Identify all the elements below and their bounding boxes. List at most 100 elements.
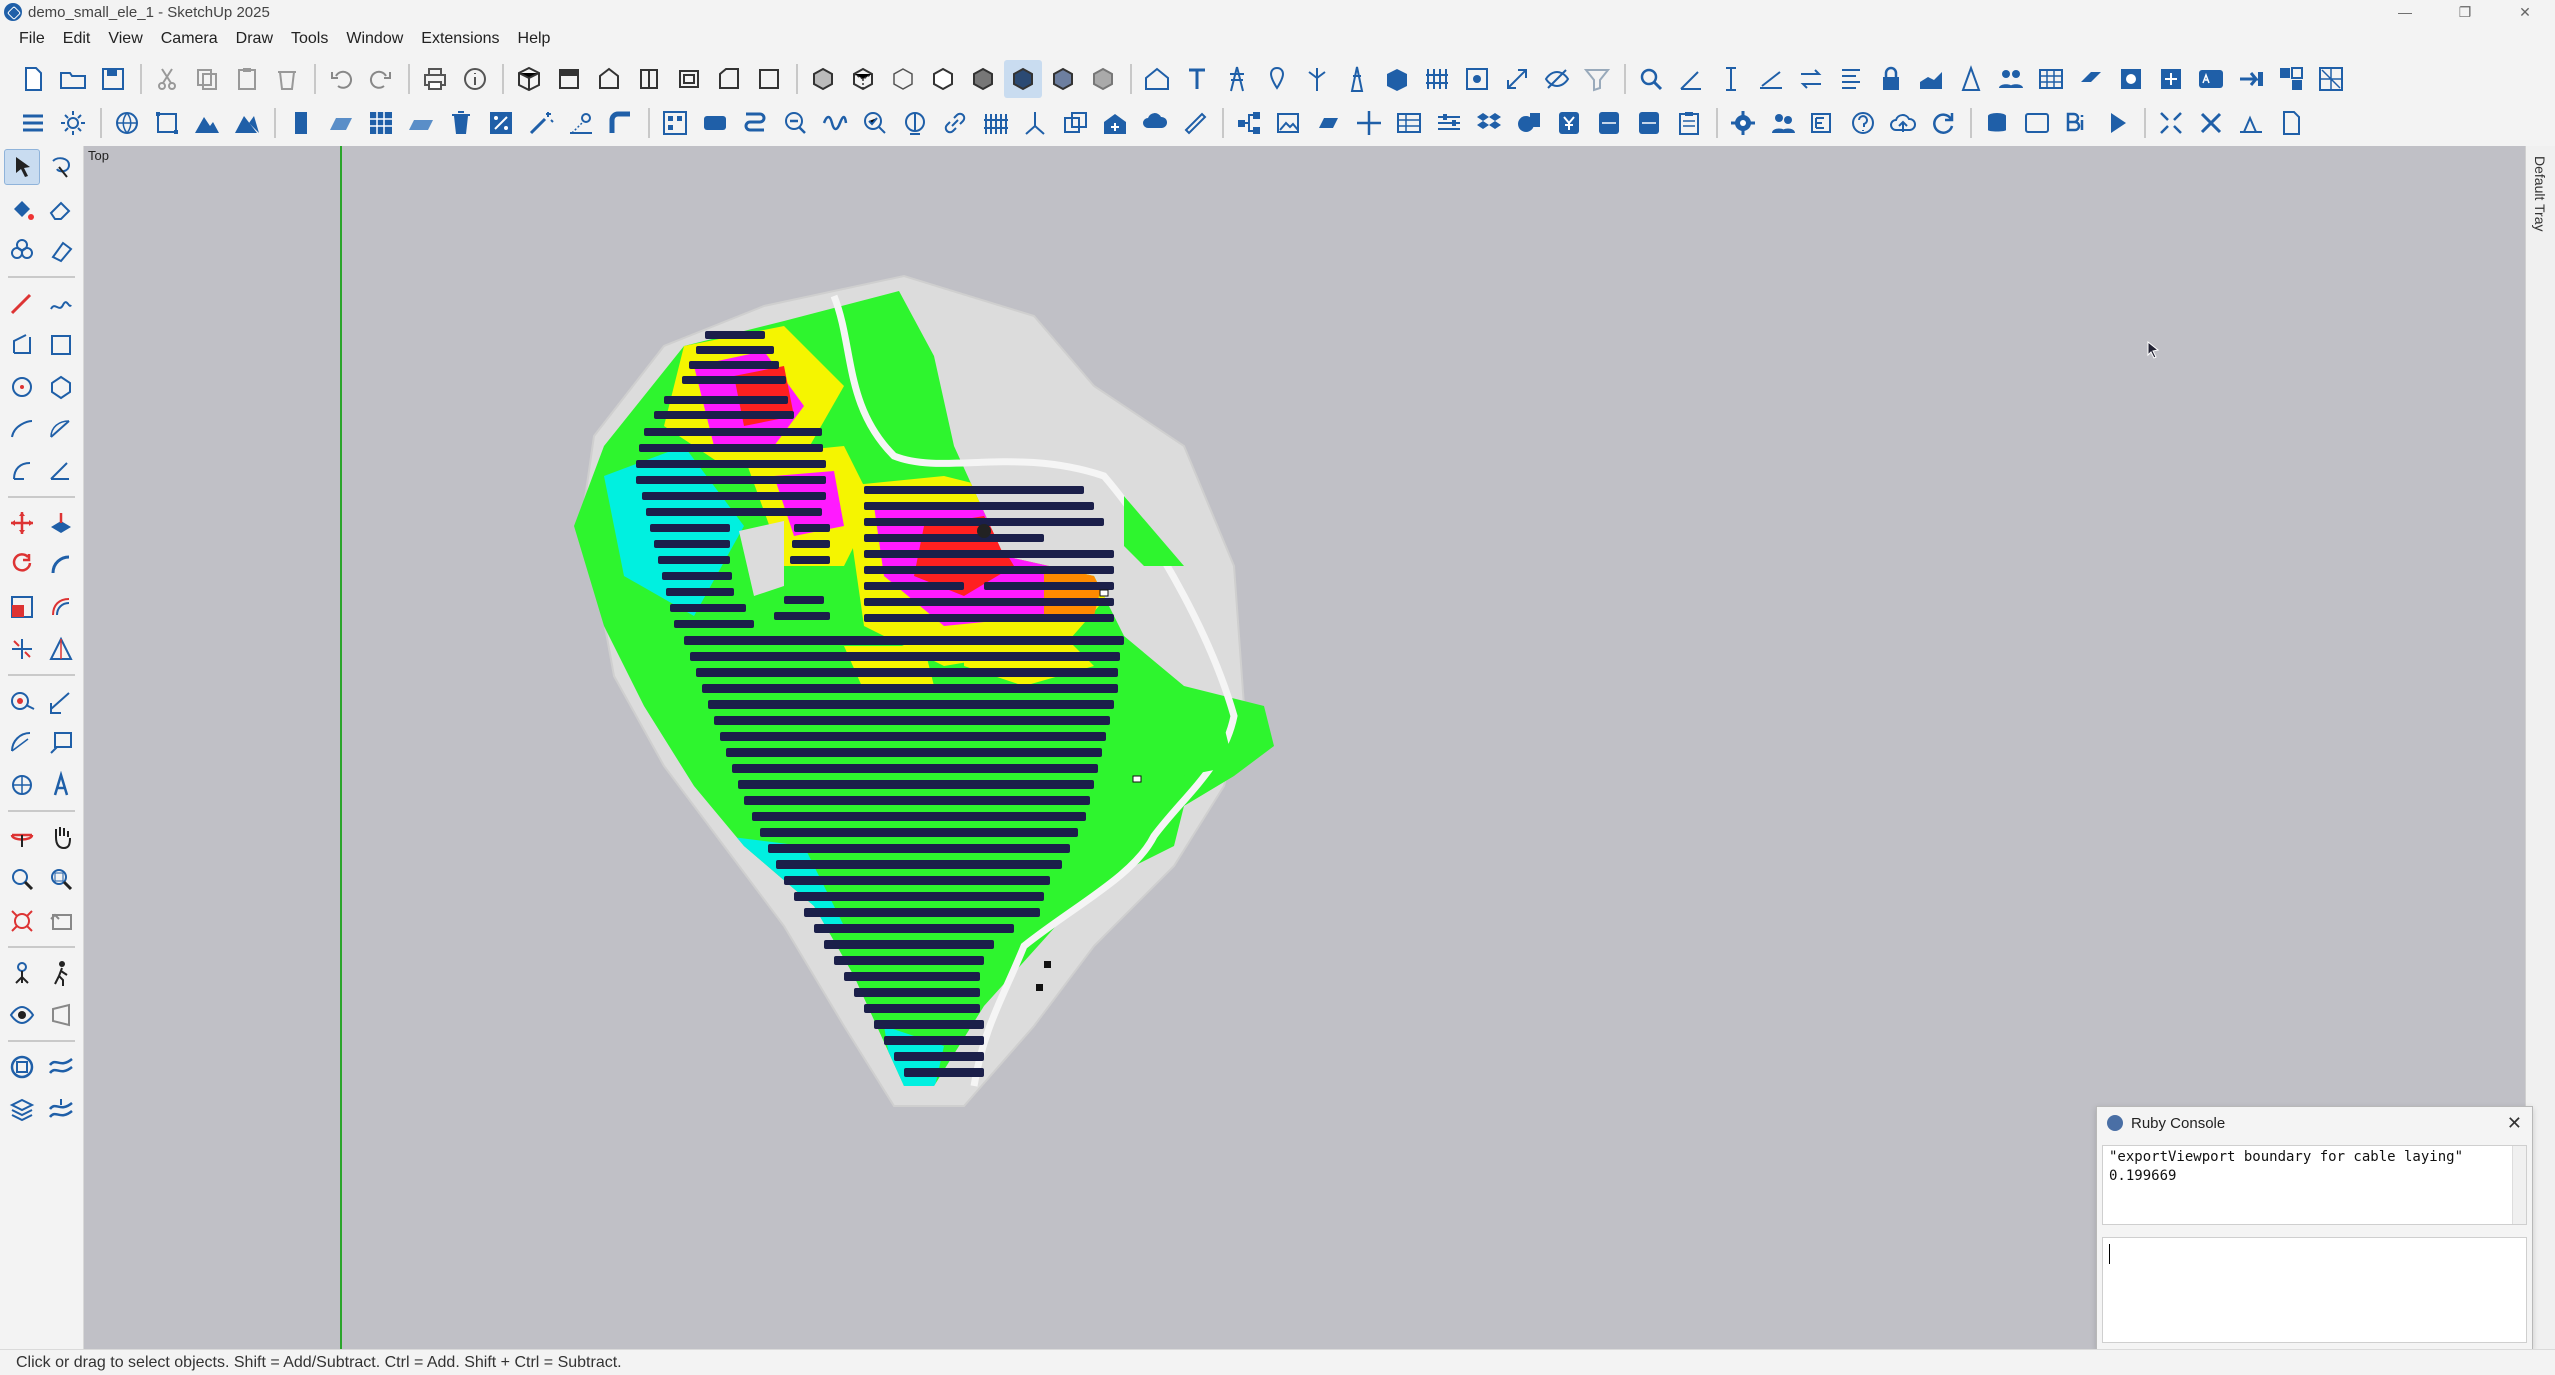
close-window-button[interactable]: ✕ <box>2495 0 2555 24</box>
flip-icon[interactable] <box>4 631 40 667</box>
new-file-icon[interactable] <box>14 60 52 98</box>
minimize-button[interactable]: — <box>2375 0 2435 24</box>
map-grid-icon[interactable] <box>2312 60 2350 98</box>
wind-turbine-icon[interactable] <box>1298 60 1336 98</box>
walk-icon[interactable] <box>43 955 79 991</box>
cloud-cad-icon[interactable] <box>1136 104 1174 142</box>
right-view-icon[interactable] <box>630 60 668 98</box>
move-cross-icon[interactable] <box>1350 104 1388 142</box>
undo-icon[interactable] <box>322 60 360 98</box>
wave-route-icon[interactable] <box>816 104 854 142</box>
eraser-alt-icon[interactable] <box>43 233 79 269</box>
solar-rack-icon[interactable] <box>2072 60 2110 98</box>
hide-icon[interactable] <box>1538 60 1576 98</box>
sun-angle-icon[interactable] <box>562 104 600 142</box>
freehand-icon[interactable] <box>43 285 79 321</box>
survey-export-icon[interactable] <box>2232 104 2270 142</box>
cloud-upload-icon[interactable] <box>1884 104 1922 142</box>
copy-icon[interactable] <box>188 60 226 98</box>
menu-extensions[interactable]: Extensions <box>412 24 508 54</box>
settings-gear-icon[interactable] <box>1724 104 1762 142</box>
panel-vertical-icon[interactable] <box>282 104 320 142</box>
rotated-rectangle-icon[interactable] <box>43 327 79 363</box>
lock-icon[interactable] <box>1872 60 1910 98</box>
menu-edit[interactable]: Edit <box>54 24 100 54</box>
clipboard-icon[interactable] <box>1670 104 1708 142</box>
component-box-icon[interactable] <box>1056 104 1094 142</box>
menu-window[interactable]: Window <box>337 24 412 54</box>
back-view-icon[interactable] <box>670 60 708 98</box>
zoom-icon[interactable] <box>4 861 40 897</box>
paste-icon[interactable] <box>228 60 266 98</box>
loss-report-icon[interactable] <box>2018 104 2056 142</box>
scale-tool-icon[interactable] <box>4 589 40 625</box>
hamburger-menu-icon[interactable] <box>14 104 52 142</box>
inverter-icon[interactable] <box>696 104 734 142</box>
rotate-icon[interactable] <box>4 547 40 583</box>
dimension-icon[interactable] <box>43 683 79 719</box>
panel-slant-icon[interactable] <box>1310 104 1348 142</box>
cable-route-icon[interactable] <box>736 104 774 142</box>
spreadsheet-icon[interactable] <box>1390 104 1428 142</box>
list-align-icon[interactable] <box>1832 60 1870 98</box>
filter-icon[interactable] <box>1578 60 1616 98</box>
box-icon[interactable] <box>1378 60 1416 98</box>
protractor-icon[interactable] <box>4 725 40 761</box>
axes-icon[interactable] <box>4 767 40 803</box>
cable-tray-icon[interactable] <box>602 104 640 142</box>
dropbox-icon[interactable] <box>1470 104 1508 142</box>
zoom-window-icon[interactable] <box>43 861 79 897</box>
polygon-icon[interactable] <box>43 369 79 405</box>
percent-icon[interactable] <box>482 104 520 142</box>
tape-measure-icon[interactable] <box>4 683 40 719</box>
transmission-tower-icon[interactable] <box>1218 60 1256 98</box>
pencil-line-icon[interactable] <box>4 285 40 321</box>
pie-icon[interactable] <box>4 453 40 489</box>
block-layout-icon[interactable] <box>2272 60 2310 98</box>
qr-grid-icon[interactable] <box>656 104 694 142</box>
erase-icon[interactable] <box>268 60 306 98</box>
axis-icon[interactable] <box>1016 104 1054 142</box>
search-icon[interactable] <box>1632 60 1670 98</box>
users-icon[interactable] <box>1764 104 1802 142</box>
yen-price-icon[interactable] <box>1550 104 1588 142</box>
iso-view-icon[interactable] <box>510 60 548 98</box>
panel-array-icon[interactable] <box>362 104 400 142</box>
surveyor-icon[interactable] <box>1952 60 1990 98</box>
search-check-icon[interactable] <box>856 104 894 142</box>
xray-style-icon[interactable] <box>804 60 842 98</box>
menu-file[interactable]: File <box>10 24 54 54</box>
panel-flat-icon[interactable] <box>402 104 440 142</box>
play-run-icon[interactable] <box>2098 104 2136 142</box>
zoom-layer-icon[interactable] <box>776 104 814 142</box>
rectangle-icon[interactable] <box>4 327 40 363</box>
text-tool-icon[interactable] <box>1178 60 1216 98</box>
add-building-icon[interactable] <box>1096 104 1134 142</box>
cut-icon[interactable] <box>148 60 186 98</box>
obj-export-icon[interactable] <box>2272 104 2310 142</box>
look-around-icon[interactable] <box>4 997 40 1033</box>
warehouse-icon[interactable] <box>1138 60 1176 98</box>
menu-camera[interactable]: Camera <box>152 24 227 54</box>
menu-view[interactable]: View <box>99 24 151 54</box>
ruler-icon[interactable] <box>1176 104 1214 142</box>
height-dimension-icon[interactable] <box>1712 60 1750 98</box>
database-icon[interactable] <box>1978 104 2016 142</box>
monochrome-style-icon[interactable] <box>1044 60 1082 98</box>
label-text-icon[interactable] <box>43 725 79 761</box>
move-tool-icon[interactable] <box>4 505 40 541</box>
menu-draw[interactable]: Draw <box>227 24 282 54</box>
slope-tool-icon[interactable] <box>1752 60 1790 98</box>
bottom-view-icon[interactable] <box>750 60 788 98</box>
model-info-icon[interactable] <box>456 60 494 98</box>
kwh-meter-icon[interactable] <box>1590 104 1628 142</box>
tools-cross-icon[interactable] <box>2192 104 2230 142</box>
hidden-style-icon[interactable] <box>1084 60 1122 98</box>
eraser-icon[interactable] <box>43 191 79 227</box>
ground-point-icon[interactable] <box>896 104 934 142</box>
combiner-box-icon[interactable] <box>2152 60 2190 98</box>
sliders-icon[interactable] <box>1430 104 1468 142</box>
pan-hand-icon[interactable] <box>43 819 79 855</box>
terrain-icon[interactable] <box>188 104 226 142</box>
open-folder-icon[interactable] <box>54 60 92 98</box>
